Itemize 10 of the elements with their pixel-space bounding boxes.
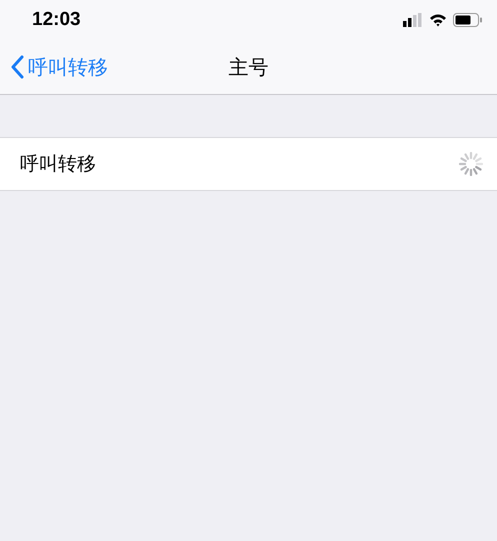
- chevron-left-icon: [10, 55, 24, 79]
- status-time: 12:03: [32, 9, 82, 31]
- nav-title: 主号: [228, 54, 268, 80]
- wifi-icon: [429, 13, 447, 27]
- back-button[interactable]: 呼叫转移: [0, 52, 114, 82]
- settings-row[interactable]: 呼叫转移: [0, 138, 497, 190]
- signal-icon: [403, 13, 423, 27]
- row-label: 呼叫转移: [20, 152, 97, 177]
- loading-spinner-icon: [459, 152, 483, 176]
- battery-icon: [453, 13, 483, 27]
